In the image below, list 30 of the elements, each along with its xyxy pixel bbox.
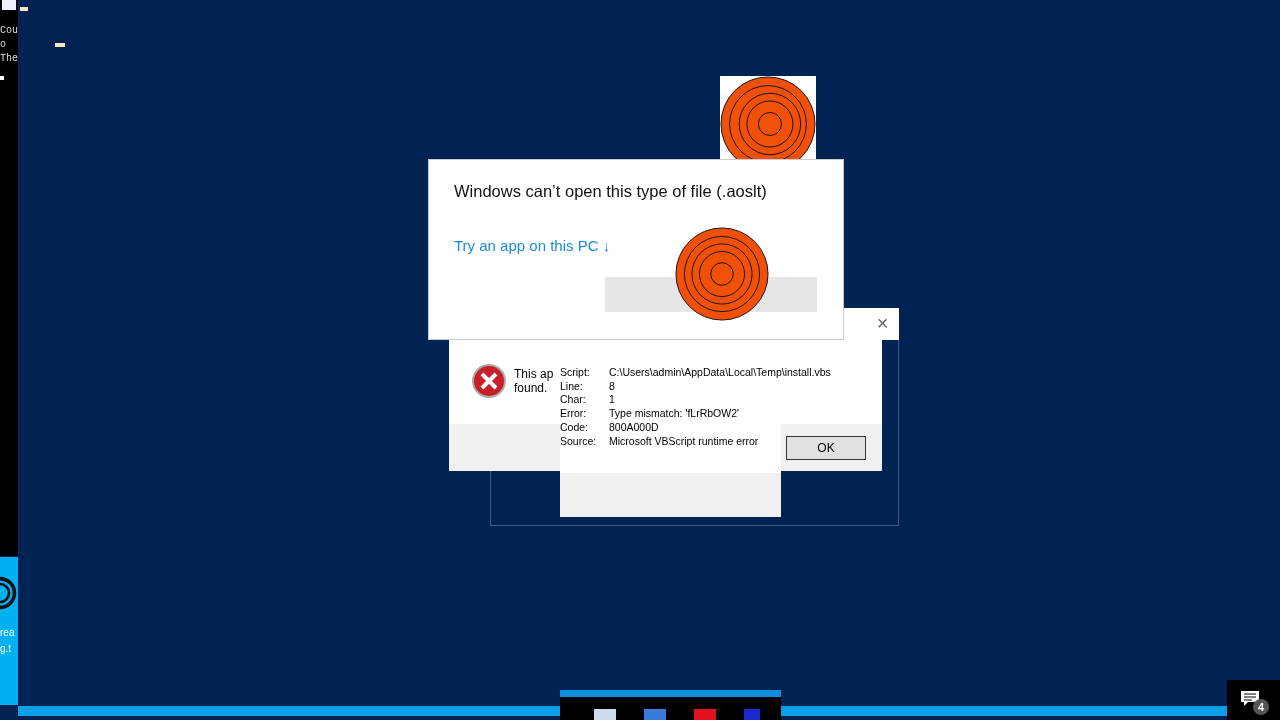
field-label: Source:: [560, 434, 597, 449]
dash-icon: [55, 43, 65, 47]
field-value: 1: [609, 393, 615, 408]
terminal-text: o: [0, 38, 7, 52]
error-message: found.: [514, 381, 549, 395]
field-value: Type mismatch: 'fLrRbOW2': [609, 407, 740, 421]
notification-count: 4: [1253, 699, 1269, 715]
terminal-text: The: [0, 52, 18, 66]
panel-text: g.t: [0, 642, 13, 656]
app-link[interactable]: Try an app on this PC ↓: [454, 237, 611, 254]
dash-icon: [20, 7, 28, 11]
terminal-text: Cou: [0, 24, 18, 38]
field-value: 800A000D: [609, 420, 659, 435]
field-value: 8: [609, 379, 615, 394]
field-value: Microsoft VBScript runtime error: [609, 434, 759, 449]
field-label: Error:: [560, 407, 587, 421]
error-message: This ap: [514, 367, 554, 381]
field-value: C:\Users\admin\AppData\Local\Temp\install.vbs: [609, 366, 831, 380]
field-label: Line:: [560, 379, 583, 394]
message-icon[interactable]: [1240, 690, 1260, 708]
field-label: Script:: [560, 366, 590, 380]
ring-icon: [0, 575, 18, 611]
ok-button[interactable]: OK: [786, 436, 866, 460]
field-label: Code:: [560, 420, 589, 435]
field-label: Char:: [560, 393, 586, 408]
file-icon: [2, 0, 16, 10]
dialog-title: Windows can’t open this type of file (.aoslt): [454, 182, 767, 201]
concentric-circles-icon: [675, 226, 769, 322]
panel-text: rea: [0, 626, 16, 640]
error-icon: [471, 363, 507, 399]
